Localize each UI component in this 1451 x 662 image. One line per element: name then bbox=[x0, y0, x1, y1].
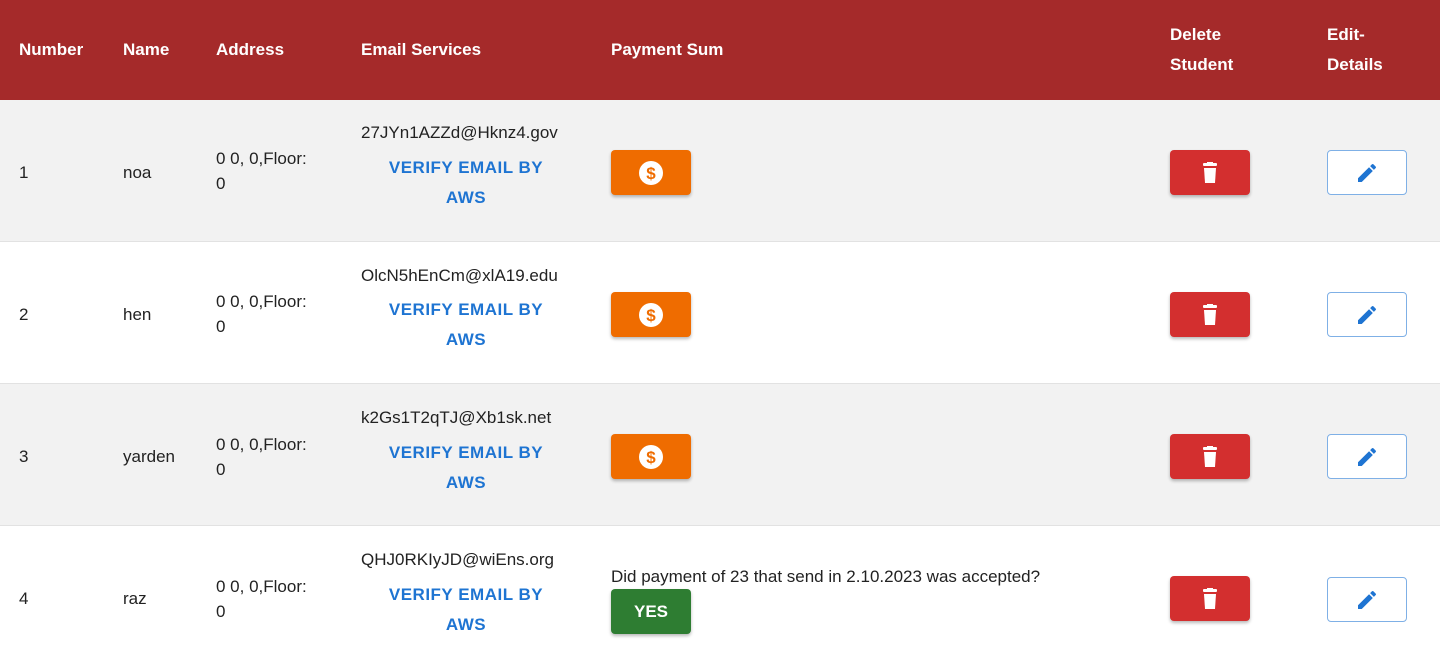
payment-button[interactable]: $ bbox=[611, 292, 691, 337]
verify-email-link[interactable]: VERIFY EMAIL BY AWS bbox=[361, 580, 571, 640]
row-address-line2: 0 bbox=[216, 460, 226, 479]
row-address: 0 0, 0,Floor: 0 bbox=[216, 574, 326, 624]
row-name: noa bbox=[123, 163, 152, 182]
pencil-icon bbox=[1355, 445, 1379, 469]
pencil-icon bbox=[1355, 588, 1379, 612]
row-number: 3 bbox=[19, 447, 29, 466]
table-row: 1 noa 0 0, 0,Floor: 0 27JYn1AZZd@Hknz4.g… bbox=[0, 100, 1440, 242]
delete-student-button[interactable] bbox=[1170, 576, 1250, 621]
row-address-line2: 0 bbox=[216, 174, 226, 193]
edit-details-button[interactable] bbox=[1327, 150, 1407, 195]
row-address-line1: 0 0, 0,Floor: bbox=[216, 292, 307, 311]
header-edit-details: Edit- Details bbox=[1327, 20, 1383, 80]
verify-email-line1: VERIFY EMAIL BY bbox=[388, 158, 544, 177]
svg-text:$: $ bbox=[646, 448, 656, 467]
row-email: QHJ0RKIyJD@wiEns.org bbox=[361, 550, 554, 569]
dollar-circle-icon: $ bbox=[638, 160, 664, 186]
header-edit-line2: Details bbox=[1327, 55, 1383, 74]
row-name: yarden bbox=[123, 447, 175, 466]
students-table: Number Name Address Email Services Payme… bbox=[0, 0, 1440, 662]
row-email: OlcN5hEnCm@xlA19.edu bbox=[361, 266, 558, 285]
verify-email-line2: AWS bbox=[445, 473, 487, 492]
verify-email-line2: AWS bbox=[445, 330, 487, 349]
header-address: Address bbox=[216, 40, 285, 59]
dollar-circle-icon: $ bbox=[638, 444, 664, 470]
trash-icon bbox=[1200, 161, 1220, 184]
row-number: 1 bbox=[19, 163, 29, 182]
trash-icon bbox=[1200, 303, 1220, 326]
row-address: 0 0, 0,Floor: 0 bbox=[216, 432, 326, 482]
payment-button[interactable]: $ bbox=[611, 150, 691, 195]
row-email: 27JYn1AZZd@Hknz4.gov bbox=[361, 123, 558, 142]
header-name: Name bbox=[123, 40, 170, 59]
row-number: 4 bbox=[19, 589, 29, 608]
delete-student-button[interactable] bbox=[1170, 292, 1250, 337]
table-header: Number Name Address Email Services Payme… bbox=[0, 0, 1440, 100]
row-address-line2: 0 bbox=[216, 602, 226, 621]
delete-student-button[interactable] bbox=[1170, 150, 1250, 195]
dollar-circle-icon: $ bbox=[638, 302, 664, 328]
edit-details-button[interactable] bbox=[1327, 577, 1407, 622]
pencil-icon bbox=[1355, 303, 1379, 327]
verify-email-link[interactable]: VERIFY EMAIL BY AWS bbox=[361, 438, 571, 498]
row-address-line1: 0 0, 0,Floor: bbox=[216, 435, 307, 454]
table-row: 3 yarden 0 0, 0,Floor: 0 k2Gs1T2qTJ@Xb1s… bbox=[0, 384, 1440, 526]
edit-details-button[interactable] bbox=[1327, 292, 1407, 337]
row-address: 0 0, 0,Floor: 0 bbox=[216, 146, 326, 196]
row-name: raz bbox=[123, 589, 147, 608]
trash-icon bbox=[1200, 445, 1220, 468]
row-number: 2 bbox=[19, 305, 29, 324]
payment-button[interactable]: $ bbox=[611, 434, 691, 479]
svg-text:$: $ bbox=[646, 164, 656, 183]
header-edit-line1: Edit- bbox=[1327, 25, 1365, 44]
header-delete-line2: Student bbox=[1170, 55, 1234, 74]
verify-email-line1: VERIFY EMAIL BY bbox=[388, 585, 544, 604]
verify-email-line1: VERIFY EMAIL BY bbox=[388, 443, 544, 462]
header-number: Number bbox=[19, 40, 84, 59]
delete-student-button[interactable] bbox=[1170, 434, 1250, 479]
payment-confirmation-question: Did payment of 23 that send in 2.10.2023… bbox=[611, 567, 1041, 586]
header-delete-student: Delete Student bbox=[1170, 20, 1233, 80]
verify-email-line2: AWS bbox=[445, 188, 487, 207]
edit-details-button[interactable] bbox=[1327, 434, 1407, 479]
verify-email-line1: VERIFY EMAIL BY bbox=[388, 300, 544, 319]
pencil-icon bbox=[1355, 161, 1379, 185]
verify-email-line2: AWS bbox=[445, 615, 487, 634]
row-address-line1: 0 0, 0,Floor: bbox=[216, 149, 307, 168]
svg-text:$: $ bbox=[646, 306, 656, 325]
verify-email-link[interactable]: VERIFY EMAIL BY AWS bbox=[361, 153, 571, 213]
confirm-payment-yes-button[interactable]: YES bbox=[611, 589, 691, 634]
table-row: 2 hen 0 0, 0,Floor: 0 OlcN5hEnCm@xlA19.e… bbox=[0, 242, 1440, 384]
header-email-services: Email Services bbox=[361, 40, 482, 59]
verify-email-link[interactable]: VERIFY EMAIL BY AWS bbox=[361, 295, 571, 355]
row-name: hen bbox=[123, 305, 152, 324]
header-payment-sum: Payment Sum bbox=[611, 40, 724, 59]
table-row: 4 raz 0 0, 0,Floor: 0 QHJ0RKIyJD@wiEns.o… bbox=[0, 526, 1440, 662]
header-delete-line1: Delete bbox=[1170, 25, 1222, 44]
row-address-line1: 0 0, 0,Floor: bbox=[216, 577, 307, 596]
row-address-line2: 0 bbox=[216, 317, 226, 336]
row-address: 0 0, 0,Floor: 0 bbox=[216, 289, 326, 339]
trash-icon bbox=[1200, 587, 1220, 610]
row-email: k2Gs1T2qTJ@Xb1sk.net bbox=[361, 408, 552, 427]
